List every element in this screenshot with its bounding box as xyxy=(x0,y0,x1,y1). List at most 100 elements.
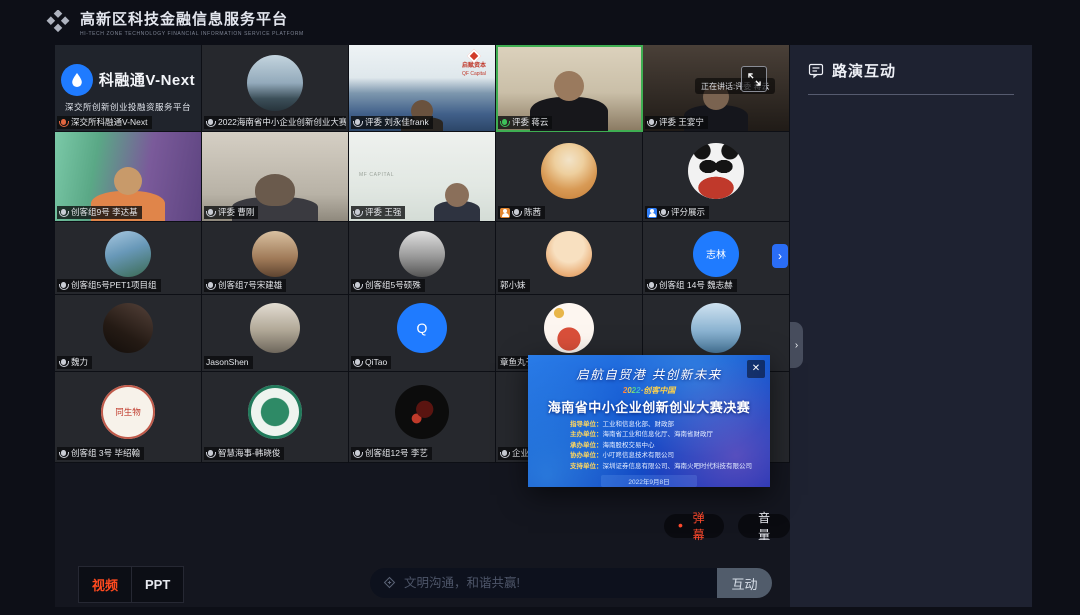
mic-icon xyxy=(208,119,213,125)
send-button[interactable]: 互动 xyxy=(717,568,772,598)
participant-name-tag: 评分展示 xyxy=(645,206,709,219)
video-tile[interactable]: 陈茜 xyxy=(496,132,643,222)
tab-video[interactable]: 视频 xyxy=(79,567,131,602)
participant-name-tag: 郭小妹 xyxy=(498,279,530,292)
avatar xyxy=(399,231,445,277)
video-tile-kerongtong[interactable]: 科融通V-Next 深交所创新创业投融资服务平台 深交所科融通V-Next xyxy=(55,45,202,132)
video-tile[interactable]: 2022海南省中小企业创新创业大赛 xyxy=(202,45,349,132)
video-tile[interactable]: 志林 创客组 14号 魏志赫 xyxy=(643,222,790,295)
carousel-next-button[interactable] xyxy=(772,244,788,268)
expand-icon xyxy=(748,73,761,86)
participant-name-tag: 评委 王强 xyxy=(351,206,405,219)
banner-brand: 2022·创客中国 xyxy=(528,385,770,396)
avatar xyxy=(248,385,302,439)
organizer-line: 协办单位：小叮咚信息技术有限公司 xyxy=(570,451,770,461)
video-tile[interactable]: 智慧海事-韩晓俊 xyxy=(202,372,349,463)
video-tile[interactable]: 创客组12号 李艺 xyxy=(349,372,496,463)
fullscreen-button[interactable] xyxy=(741,66,767,92)
participant-name-tag: 深交所科融通V-Next xyxy=(57,116,152,129)
mic-icon xyxy=(355,282,360,288)
qf-diamond-icon xyxy=(467,49,481,63)
participant-name-tag: JasonShen xyxy=(204,356,253,369)
participant-name-tag: 创客组5号PET1项目组 xyxy=(57,279,161,292)
participant-name-tag: 陈茜 xyxy=(498,206,545,219)
avatar xyxy=(250,303,300,353)
avatar xyxy=(103,303,153,353)
participant-name-tag: 评委 刘永佳frank xyxy=(351,116,433,129)
video-tile[interactable]: 郭小妹 xyxy=(496,222,643,295)
banner-title: 海南省中小企业创新创业大赛决赛 xyxy=(528,397,770,416)
platform-title: 高新区科技金融信息服务平台 xyxy=(80,8,304,29)
view-tabs: 视频 PPT xyxy=(78,566,184,603)
video-tile[interactable]: 创客组7号宋建雄 xyxy=(202,222,349,295)
mic-icon xyxy=(61,450,66,456)
sidebar-collapse-handle[interactable] xyxy=(790,322,803,368)
avatar xyxy=(541,143,597,199)
avatar: 同生物 xyxy=(101,385,155,439)
video-tile[interactable]: 同生物 创客组 3号 毕绍翰 xyxy=(55,372,202,463)
water-drop-icon xyxy=(61,64,93,96)
mic-icon xyxy=(355,450,360,456)
organizer-line: 指导单位：工业和信息化部、财政部 xyxy=(570,420,770,430)
video-tile[interactable]: 评分展示 xyxy=(643,132,790,222)
participant-name-tag: 评委 蒋云 xyxy=(498,116,552,129)
avatar: Q xyxy=(397,303,447,353)
video-tile[interactable]: MF CAPITAL 评委 王强 xyxy=(349,132,496,222)
mic-icon xyxy=(649,282,654,288)
mic-icon xyxy=(514,209,519,215)
event-banner-popup: ✕ 启航自贸港 共创新未来 2022·创客中国 海南省中小企业创新创业大赛决赛 … xyxy=(528,355,770,487)
video-tile[interactable]: 评委 曹刚 xyxy=(202,132,349,222)
mic-icon xyxy=(61,359,66,365)
participant-name-tag: 2022海南省中小企业创新创业大赛 xyxy=(204,116,346,129)
volume-button[interactable]: 音量 xyxy=(738,514,790,538)
mic-icon xyxy=(208,209,213,215)
mic-on-icon xyxy=(502,119,507,125)
sidebar-header: 路演互动 xyxy=(808,60,1014,81)
mic-icon xyxy=(649,119,654,125)
organizer-line: 主办单位：海南省工业和信息化厅、海南省财政厅 xyxy=(570,430,770,440)
organizer-line: 承办单位：海南股权交易中心 xyxy=(570,441,770,451)
diamond-logo-icon xyxy=(45,10,71,36)
chat-input[interactable] xyxy=(370,568,717,598)
mic-icon xyxy=(61,209,66,215)
avatar xyxy=(544,303,594,353)
attendee-badge-icon xyxy=(500,208,510,218)
danmaku-toggle-button[interactable]: 弹幕 xyxy=(664,514,724,538)
avatar xyxy=(252,231,298,277)
video-tile[interactable]: 启赋资本 QF Capital 评委 刘永佳frank xyxy=(349,45,496,132)
participant-name-tag: 评委 曹刚 xyxy=(204,206,258,219)
avatar xyxy=(395,385,449,439)
chat-bubble-icon xyxy=(808,63,824,79)
video-tile[interactable]: 魏力 xyxy=(55,295,202,372)
qf-capital-logo: 启赋资本 QF Capital xyxy=(462,51,486,77)
sidebar-title: 路演互动 xyxy=(832,60,896,81)
mic-icon xyxy=(208,450,213,456)
banner-date: 2022年9月8日 xyxy=(601,475,697,487)
participant-name-tag: QiTao xyxy=(351,356,391,369)
tab-ppt[interactable]: PPT xyxy=(131,567,183,602)
video-tile[interactable]: 创客组5号硕殊 xyxy=(349,222,496,295)
platform-logo: 高新区科技金融信息服务平台 HI-TECH ZONE TECHNOLOGY FI… xyxy=(45,8,304,37)
avatar xyxy=(105,231,151,277)
main-panel: 科融通V-Next 深交所创新创业投融资服务平台 深交所科融通V-Next 20… xyxy=(55,45,1032,607)
tag-icon xyxy=(383,576,396,594)
participant-name-tag: 魏力 xyxy=(57,356,92,369)
video-tile[interactable]: 创客组5号PET1项目组 xyxy=(55,222,202,295)
participant-name-tag: 智慧海事-韩晓俊 xyxy=(204,447,284,460)
interaction-sidebar: 路演互动 xyxy=(790,45,1032,607)
video-tile[interactable]: Q QiTao xyxy=(349,295,496,372)
participant-name-tag: 创客组5号硕殊 xyxy=(351,279,425,292)
platform-subtitle: HI-TECH ZONE TECHNOLOGY FINANCIAL INFORM… xyxy=(80,31,304,37)
video-tile[interactable]: JasonShen xyxy=(202,295,349,372)
mic-icon xyxy=(355,359,360,365)
mic-icon xyxy=(355,119,360,125)
mic-icon xyxy=(208,282,213,288)
player-controls: 弹幕 音量 xyxy=(664,514,790,538)
avatar xyxy=(688,143,744,199)
organizer-line: 支持单位：深圳证券信息有限公司、海南火吧时代科技有限公司 xyxy=(570,462,770,472)
video-tile-active-speaker[interactable]: 评委 蒋云 xyxy=(496,45,643,132)
video-tile[interactable]: 创客组9号 李达基 xyxy=(55,132,202,222)
participant-name-tag: 创客组7号宋建雄 xyxy=(204,279,286,292)
person-silhouette xyxy=(434,201,480,221)
close-icon[interactable]: ✕ xyxy=(747,360,765,378)
